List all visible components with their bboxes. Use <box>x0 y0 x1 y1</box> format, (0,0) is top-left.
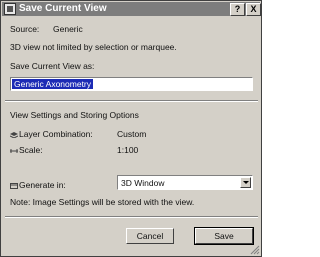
dialog-title: Save Current View <box>19 3 107 14</box>
cancel-button[interactable]: Cancel <box>126 228 174 244</box>
scale-label: Scale: <box>10 145 43 155</box>
layer-combination-label: Layer Combination: <box>10 129 93 139</box>
layer-combination-value: Custom <box>117 129 147 139</box>
layers-icon <box>10 131 18 138</box>
source-label: Source: <box>10 24 40 34</box>
image-settings-note: Note: Image Settings will be stored with… <box>10 197 195 207</box>
source-note: 3D view not limited by selection or marq… <box>10 42 177 52</box>
save-current-view-dialog: Save Current View ? X Source: Generic 3D… <box>0 0 262 257</box>
resize-grip-icon[interactable] <box>250 245 260 255</box>
separator-top <box>5 100 258 102</box>
app-icon <box>4 3 16 15</box>
generate-in-label: Generate in: <box>10 180 66 190</box>
view-name-text: Generic Axonometry <box>12 79 94 89</box>
scale-icon <box>10 148 18 153</box>
title-bar[interactable]: Save Current View ? X <box>2 2 261 16</box>
save-as-label: Save Current View as: <box>10 61 95 71</box>
separator-bottom <box>5 216 258 218</box>
source-value: Generic <box>53 24 83 34</box>
view-name-input[interactable]: Generic Axonometry <box>10 77 253 91</box>
generate-in-value: 3D Window <box>121 178 165 188</box>
window-icon <box>10 182 18 189</box>
save-button[interactable]: Save <box>194 227 254 245</box>
settings-title: View Settings and Storing Options <box>10 110 139 120</box>
generate-in-select[interactable]: 3D Window <box>117 175 253 190</box>
scale-value: 1:100 <box>117 145 139 155</box>
help-button[interactable]: ? <box>230 3 245 16</box>
chevron-down-icon[interactable] <box>240 177 251 188</box>
close-button[interactable]: X <box>246 3 261 16</box>
